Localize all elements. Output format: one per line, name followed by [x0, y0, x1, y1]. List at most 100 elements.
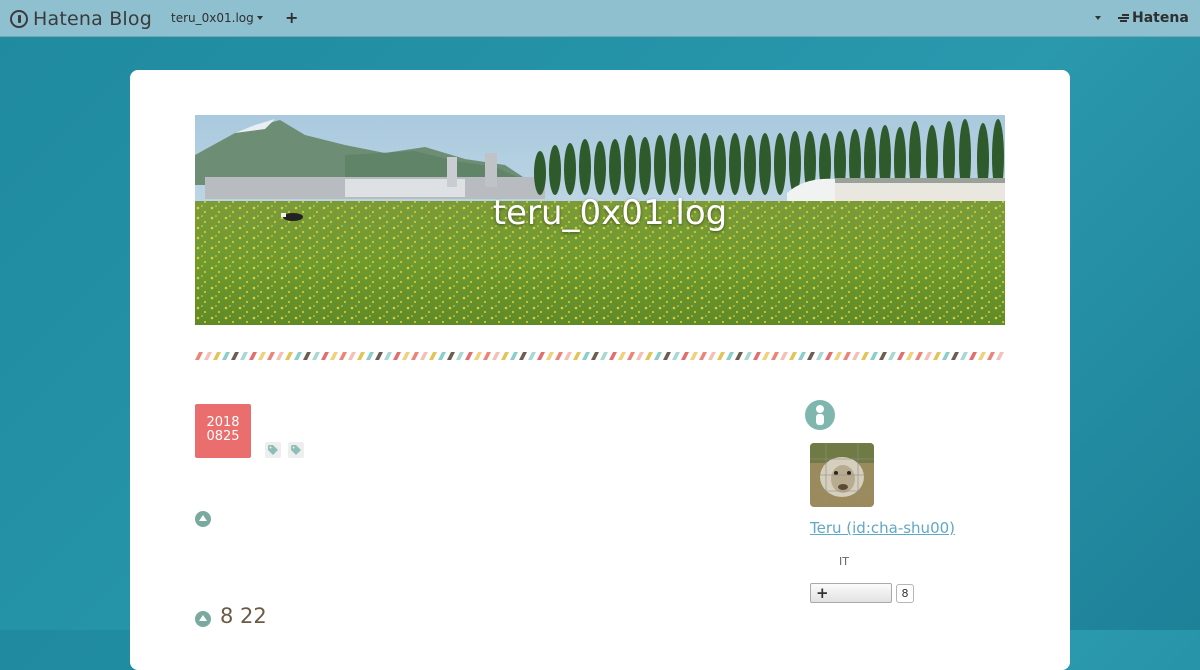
stripe-segment: [636, 352, 644, 360]
blog-header-image[interactable]: teru_0x01.log: [195, 115, 1005, 325]
blog-selector-dropdown[interactable]: teru_0x01.log: [171, 11, 263, 25]
chevron-down-icon: [256, 16, 263, 20]
stripe-segment: [672, 352, 680, 360]
person-icon: [816, 405, 824, 425]
stripe-segment: [393, 352, 401, 360]
stripe-segment: [843, 352, 851, 360]
stripe-segment: [888, 352, 896, 360]
stripe-segment: [564, 352, 572, 360]
stripe-segment: [708, 352, 716, 360]
stripe-segment: [375, 352, 383, 360]
hatena-blog-logo[interactable]: Hatena Blog: [10, 7, 152, 31]
stripe-segment: [447, 352, 455, 360]
stripe-segment: [528, 352, 536, 360]
stripe-segment: [834, 352, 842, 360]
stripe-segment: [987, 352, 995, 360]
stripe-segment: [510, 352, 518, 360]
hatena-mark-icon: [1118, 13, 1129, 23]
entry-date-year: 2018: [206, 415, 240, 430]
profile-person-icon: [805, 400, 835, 430]
stripe-segment: [735, 352, 743, 360]
stripe-segment: [816, 352, 824, 360]
stripe-segment: [501, 352, 509, 360]
stripe-segment: [438, 352, 446, 360]
entry-date-monthday: 0825: [206, 429, 240, 444]
stripe-segment: [852, 352, 860, 360]
stripe-segment: [240, 352, 248, 360]
subscribe-button[interactable]: +: [810, 583, 892, 603]
stripe-segment: [330, 352, 338, 360]
stripe-segment: [690, 352, 698, 360]
stripe-segment: [492, 352, 500, 360]
stripe-segment: [294, 352, 302, 360]
stripe-segment: [870, 352, 878, 360]
blog-container: teru_0x01.log 2018 0825 8 22 Teru (id:ch…: [130, 70, 1070, 670]
blog-title[interactable]: teru_0x01.log: [195, 193, 1005, 233]
stripe-segment: [582, 352, 590, 360]
heading-triangle-icon: [195, 611, 211, 627]
stripe-segment: [402, 352, 410, 360]
stripe-segment: [285, 352, 293, 360]
stripe-segment: [744, 352, 752, 360]
stripe-segment: [483, 352, 491, 360]
stripe-segment: [717, 352, 725, 360]
stripe-segment: [384, 352, 392, 360]
entry-section-heading: 8 22: [220, 604, 267, 628]
stripe-segment: [996, 352, 1004, 360]
user-menu-chevron-icon[interactable]: [1095, 16, 1101, 20]
stripe-segment: [798, 352, 806, 360]
category-tag[interactable]: [288, 442, 304, 458]
stripe-segment: [303, 352, 311, 360]
stripe-segment: [312, 352, 320, 360]
stripe-segment: [231, 352, 239, 360]
decorative-stripe-divider: [195, 345, 1005, 360]
stripe-segment: [537, 352, 545, 360]
stripe-segment: [861, 352, 869, 360]
stripe-segment: [645, 352, 653, 360]
stripe-segment: [204, 352, 212, 360]
stripe-segment: [258, 352, 266, 360]
global-header: Hatena Blog teru_0x01.log + Hatena: [0, 0, 1200, 37]
stripe-segment: [879, 352, 887, 360]
plus-icon: +: [816, 584, 829, 602]
stripe-segment: [681, 352, 689, 360]
stripe-segment: [933, 352, 941, 360]
profile-name-link[interactable]: Teru (id:cha-shu00): [810, 519, 955, 537]
stripe-segment: [789, 352, 797, 360]
profile-description: IT: [839, 555, 849, 568]
stripe-segment: [654, 352, 662, 360]
entry-date-badge[interactable]: 2018 0825: [195, 404, 251, 458]
hatena-account-link[interactable]: Hatena: [1118, 10, 1189, 26]
stripe-pattern: [195, 352, 1004, 360]
stripe-segment: [366, 352, 374, 360]
category-tag[interactable]: [265, 442, 281, 458]
heading-triangle-icon: [195, 511, 211, 527]
stripe-segment: [609, 352, 617, 360]
stripe-segment: [960, 352, 968, 360]
stripe-segment: [339, 352, 347, 360]
stripe-segment: [942, 352, 950, 360]
stripe-segment: [762, 352, 770, 360]
new-post-button[interactable]: +: [285, 8, 298, 27]
stripe-segment: [474, 352, 482, 360]
stripe-segment: [726, 352, 734, 360]
stripe-segment: [555, 352, 563, 360]
hatena-logo-icon: [10, 10, 28, 28]
stripe-segment: [897, 352, 905, 360]
stripe-segment: [771, 352, 779, 360]
avatar[interactable]: [810, 443, 874, 507]
subscriber-count: 8: [896, 584, 914, 603]
stripe-segment: [618, 352, 626, 360]
stripe-segment: [951, 352, 959, 360]
stripe-segment: [546, 352, 554, 360]
stripe-segment: [195, 352, 203, 360]
stripe-segment: [627, 352, 635, 360]
stripe-segment: [969, 352, 977, 360]
stripe-segment: [429, 352, 437, 360]
brand-text: Hatena Blog: [33, 8, 152, 30]
stripe-segment: [213, 352, 221, 360]
avatar-sheep-image: [810, 443, 874, 507]
blog-selector-label: teru_0x01.log: [171, 11, 254, 25]
stripe-segment: [573, 352, 581, 360]
stripe-segment: [267, 352, 275, 360]
